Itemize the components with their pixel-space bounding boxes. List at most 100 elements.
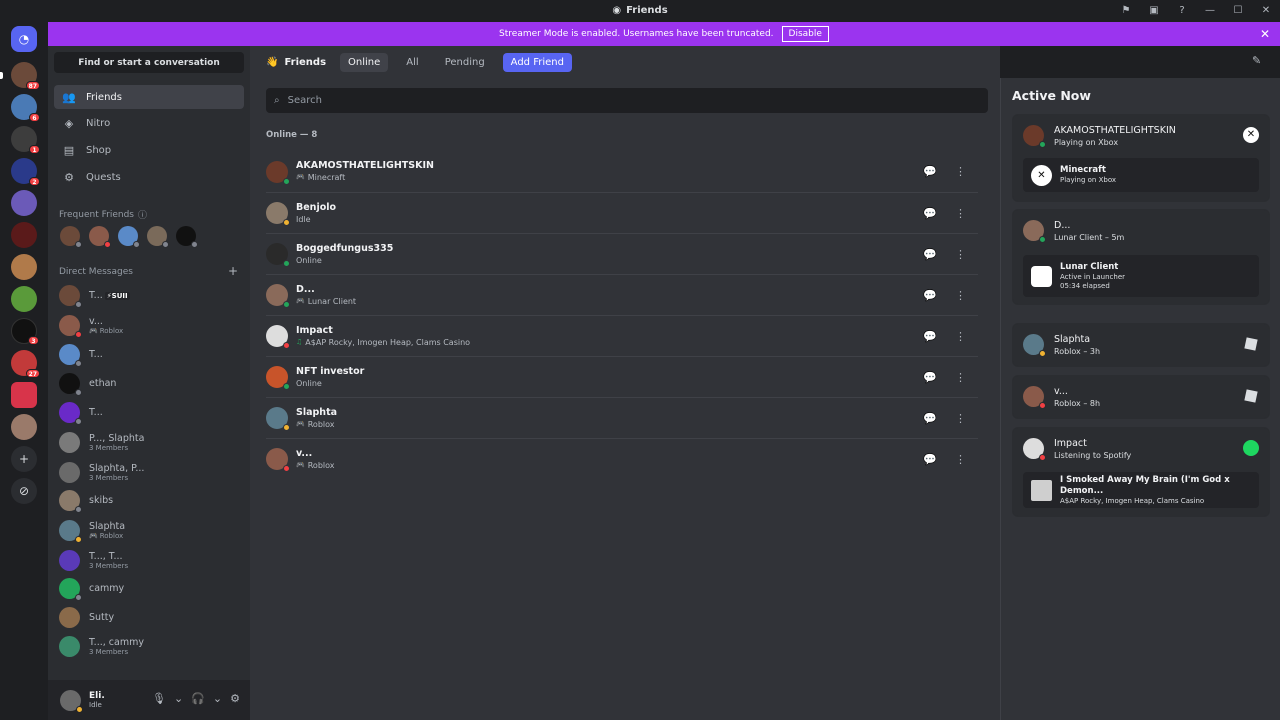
- create-dm-plus-icon[interactable]: +: [228, 264, 238, 278]
- nav-item-shop[interactable]: ▤ Shop: [54, 138, 244, 162]
- friend-row[interactable]: Boggedfungus335 Online 💬 ⋮: [266, 233, 978, 274]
- friend-row[interactable]: Benjolo Idle 💬 ⋮: [266, 192, 978, 233]
- frequent-friend-avatar[interactable]: [60, 226, 82, 248]
- dm-item[interactable]: T..., T... 3 Members: [54, 547, 244, 574]
- screen-icon[interactable]: ▣: [1140, 0, 1168, 21]
- activity-user-name: Slaphta: [1054, 334, 1091, 345]
- maximize-button[interactable]: ☐: [1224, 0, 1252, 21]
- dm-item[interactable]: Slaphta 🎮 Roblox: [54, 517, 244, 544]
- unread-pill: [0, 72, 3, 79]
- dm-item[interactable]: Slaphta, P... 3 Members: [54, 459, 244, 486]
- server-icon[interactable]: [11, 254, 37, 280]
- dm-item[interactable]: ethan: [54, 370, 244, 397]
- more-icon[interactable]: ⋮: [955, 453, 966, 466]
- tab-all[interactable]: All: [398, 53, 426, 72]
- activity-card[interactable]: AKAMOSTHATELIGHTSKIN Playing on Xbox ✕ ✕ …: [1012, 114, 1270, 202]
- message-icon[interactable]: 💬: [923, 453, 937, 466]
- dm-item[interactable]: v... 🎮 Roblox: [54, 312, 244, 339]
- disable-button[interactable]: Disable: [781, 26, 829, 42]
- more-icon[interactable]: ⋮: [955, 207, 966, 220]
- tab-pending[interactable]: Pending: [437, 53, 493, 72]
- chevron-down-icon[interactable]: ⌄: [174, 692, 183, 705]
- add-friend-button[interactable]: Add Friend: [502, 52, 572, 72]
- frequent-friend-avatar[interactable]: [118, 226, 140, 248]
- find-conversation-button[interactable]: Find or start a conversation: [54, 52, 244, 73]
- friend-row[interactable]: v... 🎮 Roblox 💬 ⋮: [266, 438, 978, 479]
- new-group-dm-icon[interactable]: ✎: [1252, 54, 1268, 67]
- tab-online[interactable]: Online: [340, 52, 389, 72]
- dm-item[interactable]: T...: [54, 399, 244, 426]
- activity-card[interactable]: Slaphta Roblox – 3h: [1012, 323, 1270, 367]
- frequent-friend-avatar[interactable]: [89, 226, 111, 248]
- dm-item[interactable]: Sutty: [54, 604, 244, 631]
- message-icon[interactable]: 💬: [923, 248, 937, 261]
- nav-item-nitro[interactable]: ◈ Nitro: [54, 111, 244, 135]
- activity-card[interactable]: D... Lunar Client – 5m Lunar Client Active…: [1012, 209, 1270, 305]
- activity-card[interactable]: v... Roblox – 8h: [1012, 375, 1270, 419]
- discover-button[interactable]: ⊘: [11, 478, 37, 504]
- search-input[interactable]: ⌕ Search: [266, 88, 988, 113]
- message-icon[interactable]: 💬: [923, 330, 937, 343]
- streamer-mode-banner: Streamer Mode is enabled. Usernames have…: [48, 22, 1280, 46]
- activity-detail[interactable]: Lunar Client Active in Launcher 05:34 elap…: [1023, 255, 1259, 297]
- dm-item[interactable]: T..., cammy 3 Members: [54, 633, 244, 660]
- dm-item[interactable]: T...: [54, 341, 244, 368]
- chevron-down-icon[interactable]: ⌄: [213, 692, 222, 705]
- friend-row[interactable]: D... 🎮 Lunar Client 💬 ⋮: [266, 274, 978, 315]
- server-icon[interactable]: 87: [11, 62, 40, 90]
- help-icon[interactable]: ?: [1168, 0, 1196, 21]
- user-name: Eli.: [89, 691, 105, 701]
- more-icon[interactable]: ⋮: [955, 371, 966, 384]
- dm-item[interactable]: P..., Slaphta 3 Members: [54, 429, 244, 456]
- frequent-friend-avatar[interactable]: [176, 226, 198, 248]
- friend-row[interactable]: NFT investor Online 💬 ⋮: [266, 356, 978, 397]
- inbox-flag-icon[interactable]: ⚑: [1112, 0, 1140, 21]
- activity-detail[interactable]: I Smoked Away My Brain (I'm God x Demon.…: [1023, 472, 1259, 508]
- close-window-button[interactable]: ✕: [1252, 0, 1280, 21]
- activity-detail[interactable]: ✕ Minecraft Playing on Xbox: [1023, 158, 1259, 192]
- more-icon[interactable]: ⋮: [955, 412, 966, 425]
- nav-item-quests[interactable]: ⚙ Quests: [54, 165, 244, 189]
- server-icon[interactable]: 2: [11, 158, 40, 186]
- dm-item[interactable]: skibs: [54, 487, 244, 514]
- message-icon[interactable]: 💬: [923, 165, 937, 178]
- nav-item-friends[interactable]: 👥 Friends: [54, 85, 244, 109]
- message-icon[interactable]: 💬: [923, 207, 937, 220]
- dm-tag: ⚡SUII: [104, 291, 130, 300]
- server-icon[interactable]: [11, 382, 37, 408]
- dm-item[interactable]: cammy: [54, 575, 244, 602]
- server-icon[interactable]: 6: [11, 94, 40, 122]
- more-icon[interactable]: ⋮: [955, 289, 966, 302]
- add-server-button[interactable]: +: [11, 446, 37, 472]
- activity-card[interactable]: Impact Listening to Spotify I Smoked Away…: [1012, 427, 1270, 517]
- server-icon[interactable]: [11, 286, 37, 312]
- microphone-icon[interactable]: 🎙: [152, 692, 166, 705]
- message-icon[interactable]: 💬: [923, 371, 937, 384]
- server-icon[interactable]: 27: [11, 350, 40, 378]
- more-icon[interactable]: ⋮: [955, 248, 966, 261]
- activity-detail-sub: Active in Launcher: [1060, 272, 1126, 281]
- server-icon[interactable]: [11, 190, 37, 216]
- headphones-icon[interactable]: 🎧: [191, 692, 205, 705]
- friend-row[interactable]: AKAMOSTHATELIGHTSKIN 🎮 Minecraft 💬 ⋮: [266, 151, 978, 192]
- user-avatar[interactable]: [60, 689, 83, 713]
- friend-row[interactable]: Impact ♫ A$AP Rocky, Imogen Heap, Clams Ca…: [266, 315, 978, 356]
- dm-item[interactable]: T... ⚡SUII: [54, 282, 244, 309]
- status-dot: [75, 418, 82, 425]
- message-icon[interactable]: 💬: [923, 289, 937, 302]
- server-icon[interactable]: 1: [11, 126, 40, 154]
- server-icon[interactable]: 3: [11, 318, 39, 345]
- close-icon[interactable]: ✕: [1260, 27, 1270, 41]
- more-icon[interactable]: ⋮: [955, 165, 966, 178]
- activity-title: Lunar Client: [1060, 261, 1119, 272]
- message-icon[interactable]: 💬: [923, 412, 937, 425]
- minimize-button[interactable]: —: [1196, 0, 1224, 21]
- server-icon[interactable]: [11, 222, 37, 248]
- avatar: [1023, 125, 1046, 148]
- frequent-friend-avatar[interactable]: [147, 226, 169, 248]
- server-icon[interactable]: [11, 414, 37, 440]
- home-button[interactable]: ◔: [11, 26, 37, 52]
- more-icon[interactable]: ⋮: [955, 330, 966, 343]
- friend-row[interactable]: Slaphta 🎮 Roblox 💬 ⋮: [266, 397, 978, 438]
- settings-gear-icon[interactable]: ⚙: [230, 692, 240, 705]
